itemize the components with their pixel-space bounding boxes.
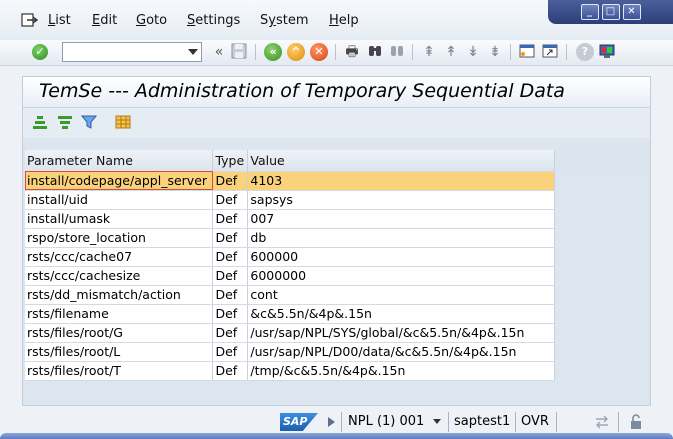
help-icon[interactable]: ? [576,43,594,61]
status-expand-icon[interactable] [328,417,335,427]
column-header-parameter-name[interactable]: Parameter Name [25,150,214,172]
menu-system[interactable]: System [260,13,309,28]
type-cell[interactable]: Def [212,266,249,286]
menu-edit[interactable]: Edit [92,13,117,28]
exit-icon[interactable]: ^ [287,43,305,61]
system-toolbar: ✓ « « ^ ✕ 🖶 ⇞ ↟ ↡ ⇟ ? [0,40,673,66]
table-row[interactable]: rsts/ccc/cache07 Def 600000 [25,247,555,267]
parameter-name-cell[interactable]: rsts/files/root/T [25,361,214,381]
save-icon[interactable] [230,43,248,61]
table-row[interactable]: rsts/files/root/T Def /tmp/&c&5.5n/&4p&.… [25,361,555,381]
parameter-name-cell[interactable]: rsts/ccc/cache07 [25,247,214,267]
value-cell[interactable]: &c&5.5n/&4p&.15n [247,304,555,324]
back-icon[interactable]: « [264,43,282,61]
parameter-name-cell[interactable]: rsts/filename [25,304,214,324]
table-row[interactable]: install/uid Def sapsys [25,190,555,210]
table-row[interactable]: rsts/dd_mismatch/action Def cont [25,285,555,305]
enter-icon[interactable]: ✓ [32,44,48,60]
page-title: TemSe --- Administration of Temporary Se… [39,80,565,102]
table-row[interactable]: rsts/files/root/L Def /usr/sap/NPL/D00/d… [25,342,555,362]
value-cell[interactable]: 4103 [247,171,555,191]
value-cell[interactable]: 007 [247,209,555,229]
type-cell[interactable]: Def [212,247,249,267]
sort-descending-icon[interactable] [57,114,73,130]
host-name: saptest1 [454,414,511,429]
type-cell[interactable]: Def [212,190,249,210]
type-cell[interactable]: Def [212,171,249,191]
application-toolbar [23,108,650,138]
cancel-icon[interactable]: ✕ [310,43,328,61]
parameter-name-cell[interactable]: install/uid [25,190,214,210]
chevron-down-icon[interactable] [433,419,441,424]
collapse-field-icon[interactable]: « [210,43,228,61]
table-row[interactable]: rspo/store_location Def db [25,228,555,248]
new-session-icon[interactable] [518,43,536,61]
value-cell[interactable]: db [247,228,555,248]
parameter-name-cell[interactable]: rsts/dd_mismatch/action [25,285,214,305]
close-icon[interactable]: ✕ [622,4,641,20]
table-header-row: Parameter Name Type Value [25,150,555,172]
type-cell[interactable]: Def [212,209,249,229]
lock-icon [631,414,641,429]
customize-layout-icon[interactable] [598,43,616,61]
menu-bar: List Edit Goto Settings System Help _ □ … [0,0,673,40]
value-cell[interactable]: 6000000 [247,266,555,286]
parameter-name-cell[interactable]: install/umask [25,209,214,229]
type-cell[interactable]: Def [212,342,249,362]
value-cell[interactable]: 600000 [247,247,555,267]
minimize-icon[interactable]: _ [580,4,599,20]
maximize-icon[interactable]: □ [601,4,620,20]
parameter-table: Parameter Name Type Value install/codepa… [25,150,555,381]
menu-goto[interactable]: Goto [136,13,167,28]
change-layout-icon[interactable] [115,114,131,130]
first-page-icon[interactable]: ⇞ [420,43,438,61]
chevron-down-icon[interactable] [188,49,198,55]
grid-header-filler [554,150,648,171]
type-cell[interactable]: Def [212,361,249,381]
prev-page-icon[interactable]: ↟ [442,43,460,61]
find-next-icon[interactable] [388,43,406,61]
menu-help[interactable]: Help [329,13,359,28]
window-controls: _ □ ✕ [548,0,673,24]
table-row[interactable]: install/codepage/appl_server Def 4103 [25,171,555,191]
value-cell[interactable]: sapsys [247,190,555,210]
value-cell[interactable]: /usr/sap/NPL/SYS/global/&c&5.5n/&4p&.15n [247,323,555,343]
menu-list[interactable]: List [48,13,71,28]
menu-settings[interactable]: Settings [187,13,240,28]
next-page-icon[interactable]: ↡ [464,43,482,61]
sap-logo: SAP [280,413,318,431]
table-row[interactable]: rsts/ccc/cachesize Def 6000000 [25,266,555,286]
type-cell[interactable]: Def [212,304,249,324]
parameter-name-cell[interactable]: install/codepage/appl_server [25,171,214,191]
value-cell[interactable]: cont [247,285,555,305]
last-page-icon[interactable]: ⇟ [486,43,504,61]
type-cell[interactable]: Def [212,323,249,343]
parameter-name-cell[interactable]: rsts/ccc/cachesize [25,266,214,286]
table-row[interactable]: rsts/files/root/G Def /usr/sap/NPL/SYS/g… [25,323,555,343]
sort-ascending-icon[interactable] [32,114,48,130]
system-info: NPL (1) 001 [348,414,425,429]
value-cell[interactable]: /usr/sap/NPL/D00/data/&c&5.5n/&4p&.15n [247,342,555,362]
parameter-name-cell[interactable]: rsts/files/root/G [25,323,214,343]
column-header-value[interactable]: Value [247,150,555,172]
insert-mode[interactable]: OVR [521,414,549,429]
type-cell[interactable]: Def [212,285,249,305]
command-field[interactable] [62,42,202,62]
print-icon[interactable]: 🖶 [343,43,361,61]
bottom-strip [0,433,673,439]
connection-icon [596,415,608,429]
table-row[interactable]: rsts/filename Def &c&5.5n/&4p&.15n [25,304,555,324]
value-cell[interactable]: /tmp/&c&5.5n/&4p&.15n [247,361,555,381]
menu-exit-icon[interactable] [20,12,38,28]
filter-icon[interactable] [81,114,97,130]
title-bar: TemSe --- Administration of Temporary Se… [23,77,650,108]
main-panel: TemSe --- Administration of Temporary Se… [22,76,651,406]
find-icon[interactable] [366,43,384,61]
shortcut-icon[interactable] [541,43,559,61]
type-cell[interactable]: Def [212,228,249,248]
parameter-name-cell[interactable]: rspo/store_location [25,228,214,248]
column-header-type[interactable]: Type [212,150,249,172]
parameter-name-cell[interactable]: rsts/files/root/L [25,342,214,362]
table-row[interactable]: install/umask Def 007 [25,209,555,229]
